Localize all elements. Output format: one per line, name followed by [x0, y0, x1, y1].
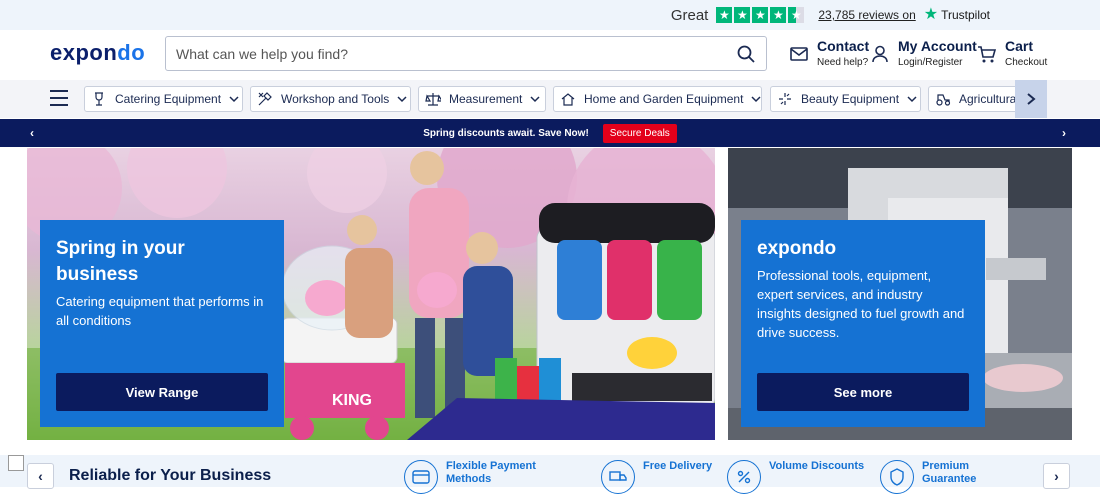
- category-label: Home and Garden Equipment: [584, 92, 744, 106]
- broken-image-icon: [8, 455, 24, 471]
- delivery-icon: [601, 460, 635, 494]
- hero-desc: Catering equipment that performs in all …: [56, 294, 264, 328]
- feature-volume: Volume Discounts: [727, 460, 867, 494]
- scale-icon: [425, 93, 441, 106]
- trustpilot-reviews-link[interactable]: 23,785 reviews on: [818, 8, 915, 22]
- catering-icon: [95, 92, 103, 106]
- hero-desc: Professional tools, equipment, expert se…: [757, 268, 965, 340]
- logo-accent: do: [117, 40, 146, 65]
- contact-link[interactable]: Contact Need help?: [789, 38, 869, 68]
- trustpilot-star-icon: ★: [923, 6, 939, 23]
- category-agricultural[interactable]: Agricultura: [928, 86, 1015, 112]
- expondo-logo[interactable]: expondo: [50, 40, 145, 66]
- search-input[interactable]: [176, 45, 736, 62]
- category-workshop[interactable]: Workshop and Tools: [250, 86, 411, 112]
- cart-icon: [978, 46, 997, 63]
- benefits-next-button[interactable]: ›: [1043, 463, 1070, 489]
- category-label: Measurement: [449, 92, 523, 106]
- category-next-button[interactable]: [1015, 80, 1047, 118]
- feature-payment: Flexible Payment Methods: [404, 460, 544, 494]
- discount-icon: [727, 460, 761, 494]
- chevron-down-icon: [907, 96, 917, 103]
- feature-label: Volume Discounts: [769, 460, 865, 472]
- promo-prev-icon[interactable]: ‹: [30, 126, 34, 140]
- star-icon: ★: [770, 7, 787, 23]
- hero-card-spring: Spring in your business Catering equipme…: [40, 220, 284, 427]
- see-more-button[interactable]: See more: [757, 373, 969, 411]
- category-nav: Catering Equipment Workshop and Tools Me…: [0, 80, 1100, 118]
- feature-label: Flexible Payment Methods: [446, 460, 536, 485]
- account-label: My Account: [898, 38, 977, 54]
- house-icon: [561, 93, 575, 106]
- feature-guarantee: Premium Guarantee: [880, 460, 1020, 494]
- chevron-down-icon: [751, 96, 761, 103]
- star-half-icon: ★: [788, 7, 805, 23]
- chevron-down-icon: [397, 96, 407, 103]
- payment-icon: [404, 460, 438, 494]
- user-icon: [872, 45, 888, 63]
- feature-delivery: Free Delivery: [601, 460, 741, 494]
- chevron-down-icon: [530, 96, 540, 103]
- guarantee-icon: [880, 460, 914, 494]
- trustpilot-brand: Trustpilot: [941, 8, 990, 22]
- chevron-right-icon: [1027, 93, 1036, 105]
- benefits-heading: Reliable for Your Business: [69, 467, 272, 484]
- chevron-down-icon: [229, 96, 239, 103]
- svg-text:KING: KING: [332, 392, 372, 409]
- contact-label: Contact: [817, 38, 870, 54]
- category-home-garden[interactable]: Home and Garden Equipment: [553, 86, 762, 112]
- account-sub: Login/Register: [898, 57, 963, 68]
- logo-main: expon: [50, 40, 118, 65]
- category-label: Beauty Equipment: [801, 92, 900, 106]
- category-beauty[interactable]: Beauty Equipment: [770, 86, 921, 112]
- search-bar: [165, 36, 767, 71]
- view-range-button[interactable]: View Range: [56, 373, 268, 411]
- promo-text: Spring discounts await. Save Now!: [423, 127, 589, 139]
- category-label: Agricultura: [959, 92, 1015, 106]
- category-label: Catering Equipment: [115, 92, 222, 106]
- sparkle-icon: [779, 93, 791, 105]
- tractor-icon: [936, 94, 951, 106]
- contact-sub: Need help?: [817, 57, 869, 68]
- mail-icon: [790, 47, 808, 61]
- promo-bar: ‹ Spring discounts await. Save Now! Secu…: [0, 119, 1100, 147]
- site-header: expondo Contact Need help? My Account Lo…: [0, 30, 1100, 80]
- cart-sub: Checkout: [1005, 57, 1048, 68]
- hero-banner-spring[interactable]: KING Spring in your business Catering eq…: [27, 148, 715, 440]
- benefits-prev-button[interactable]: ‹: [27, 463, 54, 489]
- hero-title: expondo: [757, 238, 837, 259]
- menu-icon[interactable]: [50, 90, 68, 106]
- trustpilot-stars: ★ ★ ★ ★ ★: [716, 7, 805, 23]
- secure-deals-button[interactable]: Secure Deals: [602, 123, 677, 143]
- star-icon: ★: [752, 7, 769, 23]
- account-link[interactable]: My Account Login/Register: [870, 38, 977, 68]
- tools-icon: [258, 92, 272, 106]
- cart-label: Cart: [1005, 38, 1034, 54]
- trustpilot-rating-word: Great: [670, 6, 709, 24]
- category-label: Workshop and Tools: [281, 92, 390, 106]
- promo-next-icon[interactable]: ›: [1062, 126, 1066, 140]
- hero-banner-expondo[interactable]: expondo Professional tools, equipment, e…: [728, 148, 1072, 440]
- trustpilot-bar: Great ★ ★ ★ ★ ★ 23,785 reviews on ★ Trus…: [0, 0, 1100, 30]
- category-measurement[interactable]: Measurement: [418, 86, 546, 112]
- search-icon[interactable]: [736, 44, 756, 64]
- feature-label: Premium Guarantee: [922, 460, 977, 485]
- benefits-bar: ‹ Reliable for Your Business Flexible Pa…: [0, 455, 1100, 494]
- cart-link[interactable]: Cart Checkout: [977, 38, 1047, 68]
- hero-card-expondo: expondo Professional tools, equipment, e…: [741, 220, 985, 427]
- star-icon: ★: [734, 7, 751, 23]
- trustpilot-logo[interactable]: ★ Trustpilot: [924, 7, 990, 23]
- star-icon: ★: [716, 7, 733, 23]
- category-catering[interactable]: Catering Equipment: [84, 86, 243, 112]
- hero-title: Spring in your business: [56, 238, 185, 285]
